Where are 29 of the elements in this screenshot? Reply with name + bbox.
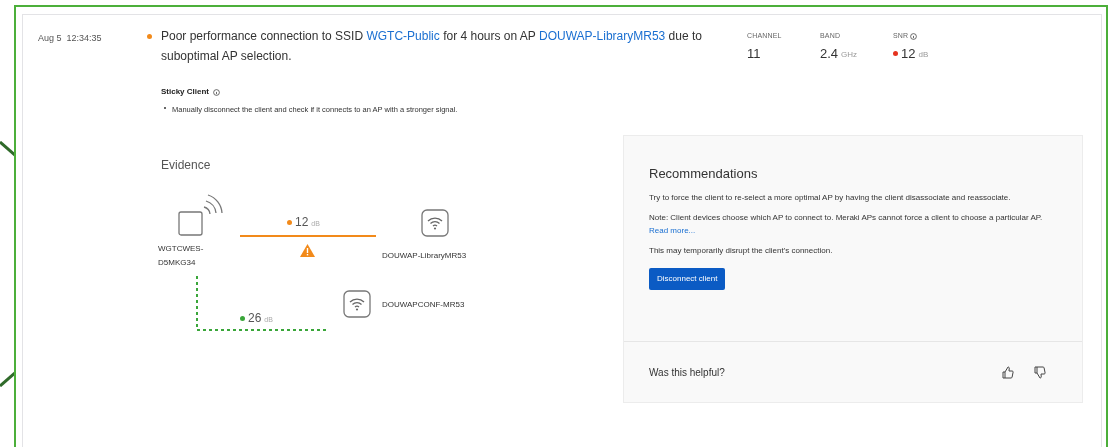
callout-line	[0, 141, 16, 157]
snr-value: 12	[295, 214, 309, 232]
thumbs-down-icon[interactable]	[1034, 365, 1046, 379]
stat-value: 12	[901, 44, 916, 63]
feedback-question: Was this helpful?	[649, 365, 726, 380]
cause-title: Sticky Client	[161, 86, 209, 98]
disconnect-button[interactable]: Disconnect client	[649, 267, 726, 290]
stat-value: 2.4	[820, 44, 839, 63]
ap-name: DOUWAPCONF-MR53	[382, 299, 465, 312]
access-point-icon	[421, 209, 449, 238]
ap-name: DOUWAP-LibraryMR53	[382, 250, 467, 263]
callout-line	[0, 371, 16, 387]
ssid-link[interactable]: WGTC-Public	[366, 29, 440, 43]
ssid-link[interactable]: DOUWAP-LibraryMR53	[539, 29, 666, 43]
stat-value: 11	[747, 44, 761, 63]
access-point-icon	[343, 290, 371, 319]
read-more-link[interactable]: Read more...	[649, 225, 696, 235]
thumbs-up-icon[interactable]	[1002, 365, 1014, 379]
event-message: Poor performance connection to SSID WGTC-Public for 4 hours on AP DOUWAP-LibraryMR53 due to suboptimal AP selection.	[161, 28, 703, 65]
recommendation-text: Try to force the client to re-select a more optimal AP by having the client disassociate and reassociate.	[649, 191, 1012, 204]
panel-heading: Recommendations	[649, 165, 759, 184]
recommendation-text: This may temporarily disrupt the client's connection.	[649, 244, 834, 257]
stat-unit: dB	[918, 48, 929, 61]
timestamp: Aug 5 12:34:35	[38, 32, 103, 45]
snr-value: 26	[248, 310, 262, 328]
recommendation-text: Note: Client devices choose which AP to connect to. Meraki APs cannot force a client to choose a particular AP. Read more...	[649, 211, 1044, 237]
stat-unit: GHz	[841, 48, 858, 61]
client-name: WGTCWES-D5MKG34	[158, 243, 205, 270]
evidence-heading: Evidence	[161, 157, 211, 175]
